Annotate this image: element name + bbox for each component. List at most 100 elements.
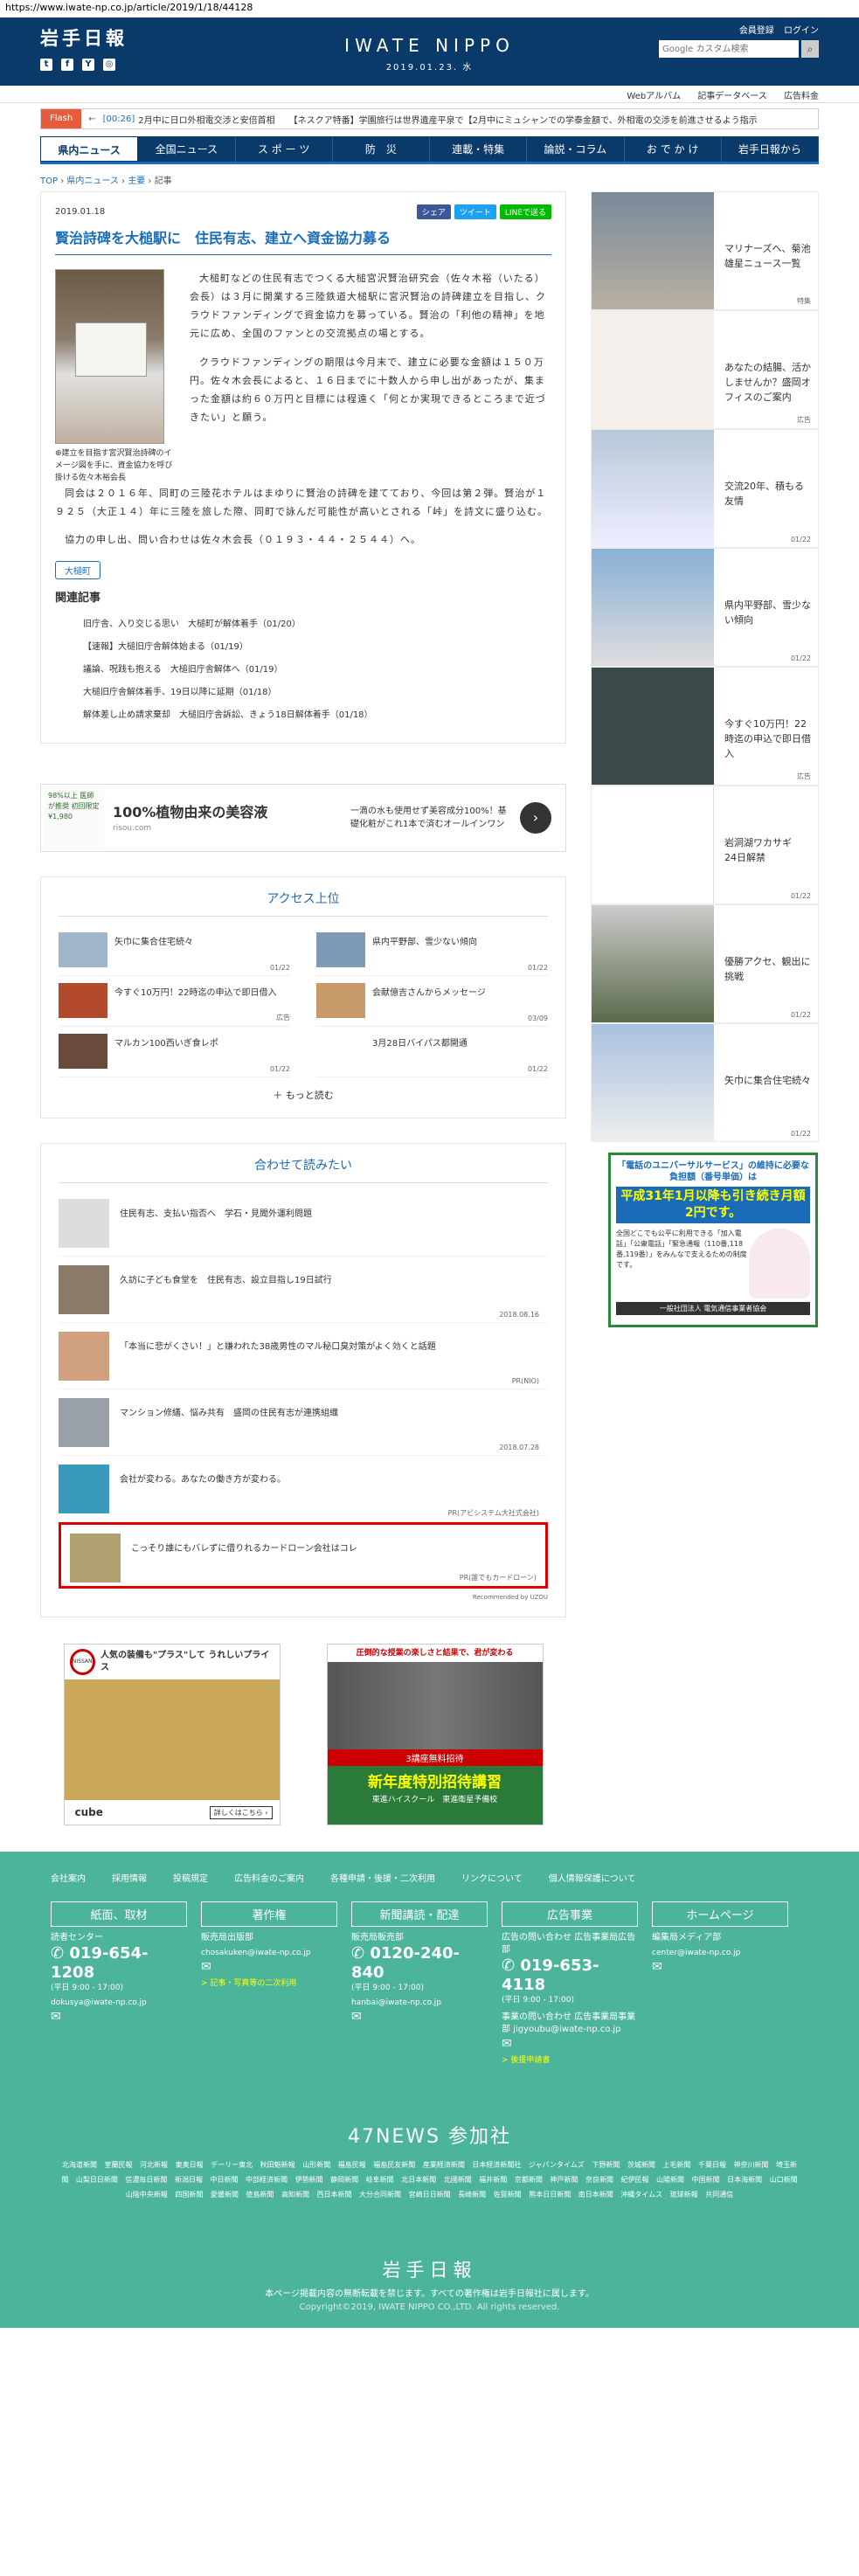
flash-time: [00:26]	[102, 114, 135, 124]
school-ad[interactable]: 圧倒的な授業の楽しさと結果で、君が変わる 3講座無料招待 新年度特別招待講習 東…	[326, 1644, 544, 1825]
ranking-item[interactable]: 3月28日バイパス都開通 01/22	[316, 1027, 548, 1077]
sidebar: マリナーズへ、菊池雄星ニュース一覧 特集 あなたの結腸、活かしませんか？盛岡オフィ…	[591, 191, 819, 1825]
footer-link[interactable]: 個人情報保護について	[549, 1871, 636, 1884]
breadcrumb-main[interactable]: 主要	[128, 177, 145, 186]
access-ranking: アクセス上位 矢巾に集合住宅続々 01/22 県内平野部、雪少ない傾向 01/22 …	[40, 876, 566, 1118]
ranking-item[interactable]: 県内平野部、雪少ない傾向 01/22	[316, 925, 548, 976]
universal-service-ad[interactable]: 「電話のユニバーサルサービス」の維持に必要な負担額（番号単価）は 平成31年1月…	[608, 1153, 818, 1327]
ranking-item[interactable]: 会献億吉さんからメッセージ 03/09	[316, 976, 548, 1027]
zoom-icon[interactable]: ⊕	[55, 449, 62, 458]
site-logo[interactable]: 岩手日報	[40, 24, 128, 51]
breadcrumb: TOP › 県内ニュース › 主要 › 記事	[40, 177, 172, 186]
mail-icon[interactable]: ✉	[201, 1959, 337, 1975]
footer-links: 会社案内 採用情報 投稿規定 広告料金のご案内 各種申請・後援・二次利用 リンク…	[0, 1871, 859, 1884]
nav-from-nippo[interactable]: 岩手日報から	[722, 136, 819, 162]
photo-image[interactable]	[55, 269, 164, 444]
chevron-right-icon[interactable]: ›	[520, 802, 551, 834]
ad-title: 100%植物由来の美容液	[113, 804, 268, 821]
more-button[interactable]: ＋ もっと読む	[59, 1088, 548, 1102]
header-tools: 会員登録 ログイン ⌕	[659, 23, 819, 58]
sidebar-item[interactable]: あなたの結腸、活かしませんか？盛岡オフィスのご案内 広告	[591, 310, 819, 429]
url-bar[interactable]: https://www.iwate-np.co.jp/article/2019/…	[0, 0, 859, 17]
ranking-item[interactable]: マルカン100西いぎ食レポ 01/22	[59, 1027, 290, 1077]
recommend-item[interactable]: 住民有志、支払い指否へ 学石・見聞外運利問題	[59, 1190, 548, 1257]
subnav-web-album[interactable]: Webアルバム	[627, 92, 681, 101]
search-input[interactable]	[659, 40, 799, 58]
instagram-icon[interactable]: ◎	[103, 59, 115, 71]
footer-link[interactable]: 採用情報	[112, 1871, 147, 1884]
nissan-ad[interactable]: NISSAN 人気の装備も"プラス"して うれしいプライス cube 詳しくはこちら…	[63, 1644, 281, 1825]
nav-national-news[interactable]: 全国ニュース	[138, 136, 236, 162]
breadcrumb-top[interactable]: TOP	[40, 177, 58, 186]
sidebar-item[interactable]: マリナーズへ、菊池雄星ニュース一覧 特集	[591, 191, 819, 310]
related-item[interactable]: 【速報】大槌旧庁舎解体始まる（01/19）	[55, 636, 551, 659]
nav-editorials[interactable]: 論説・コラム	[527, 136, 625, 162]
nav-local-news[interactable]: 県内ニュース	[40, 136, 139, 162]
search-icon[interactable]: ⌕	[801, 40, 819, 58]
related-item[interactable]: 解体差し止め請求棄却 大槌旧庁舎訴訟、きょう18日解体着手（01/18）	[55, 704, 551, 727]
footer-logo[interactable]: 岩手日報	[0, 2256, 859, 2282]
ranking-item[interactable]: 矢巾に集合住宅続々 01/22	[59, 925, 290, 976]
login-link[interactable]: ログイン	[784, 26, 819, 36]
sidebar-item[interactable]: 岩洞湖ワカサギ 24日解禁 01/22	[591, 786, 819, 904]
mail-icon[interactable]: ✉	[51, 2009, 187, 2025]
news47-heading[interactable]: 47NEWS 参加社	[0, 2121, 859, 2149]
site-header: 岩手日報 t f Y ◎ IWATE NIPPO 2019.01.23. 水 会…	[0, 17, 859, 86]
related-item[interactable]: 旧庁舎、入り交じる思い 大槌町が解体着手（01/20）	[55, 613, 551, 636]
sidebar-item[interactable]: 今すぐ10万円！22時迄の申込で即日借入 広告	[591, 667, 819, 786]
phone-icon: ✆	[51, 1944, 65, 1963]
ad-thumb: 98%以上 医師が推奨 初回限定¥1,980	[45, 787, 104, 848]
recommend-item[interactable]: 会社が変わる。あなたの働き方が変わる。 PR(アビシステム大社式会社)	[59, 1456, 548, 1522]
mail-icon[interactable]: ✉	[351, 2009, 488, 2025]
youtube-icon[interactable]: Y	[82, 59, 94, 71]
tag-otsuchi[interactable]: 大槌町	[55, 561, 100, 579]
flash-item[interactable]: 【ネスクア特番】学園旅行は世界遺産平泉で【2月中にミュシャンでの学泰金額で、外相…	[289, 113, 758, 126]
article-photo: ⊕建立を目指す宮沢賢治詩碑のイメージ図を手に、資金協力を呼び掛ける佐々木裕会長	[55, 269, 176, 484]
subnav-ad-rates[interactable]: 広告料金	[784, 92, 819, 101]
mail-icon[interactable]: ✉	[652, 1959, 788, 1975]
footer-link[interactable]: 各種申請・後援・二次利用	[330, 1871, 435, 1884]
tweet-button[interactable]: ツイート	[454, 204, 496, 219]
bottom-ads: NISSAN 人気の装備も"プラス"して うれしいプライス cube 詳しくはこちら…	[40, 1644, 566, 1825]
nav-disaster[interactable]: 防 災	[333, 136, 430, 162]
sidebar-item[interactable]: 県内平野部、雪少ない傾向 01/22	[591, 548, 819, 667]
register-link[interactable]: 会員登録	[739, 26, 774, 36]
recommend-panel: 合わせて読みたい 住民有志、支払い指否へ 学石・見聞外運利問題 久訪に子ども食堂…	[40, 1143, 566, 1617]
footer-contacts: 紙面、取材 読者センター ✆ 019-654-1208 (平日 9:00 - 1…	[0, 1884, 859, 2065]
nissan-logo: NISSAN	[69, 1649, 95, 1675]
recommend-item-highlighted[interactable]: こっそり誰にもバレずに借りれるカードローン会社はコレ PR(誰でもカードローン)	[59, 1522, 548, 1589]
mail-icon[interactable]: ✉	[502, 2036, 638, 2052]
footer-link[interactable]: リンクについて	[461, 1871, 523, 1884]
facebook-icon[interactable]: f	[61, 59, 73, 71]
line-share-button[interactable]: LINEで送る	[499, 204, 551, 219]
subnav-article-db[interactable]: 記事データベース	[697, 92, 767, 101]
member-papers: 北海道新聞 室蘭民報 河北新報 東奥日報 デーリー東北 秋田魁新報 山形新聞 福…	[61, 2161, 798, 2199]
recommend-item[interactable]: 「本当に悲がくさい！」と嫌われた38歳男性のマル秘口臭対策がよく効くと話題 PR(…	[59, 1323, 548, 1389]
footer-link[interactable]: 投稿規定	[173, 1871, 208, 1884]
brand-date: 2019.01.23. 水	[385, 63, 474, 73]
flash-item[interactable]: 2月中に日ロ外相電交渉と安倍首相	[138, 113, 274, 126]
search-box: ⌕	[659, 40, 819, 58]
nav-outings[interactable]: お で か け	[625, 136, 722, 162]
breadcrumb-local[interactable]: 県内ニュース	[66, 177, 119, 186]
facebook-share-button[interactable]: シェア	[416, 204, 451, 219]
recommend-item[interactable]: 久訪に子ども食堂を 住民有志、設立目指し19日試行 2018.08.16	[59, 1257, 548, 1323]
ad-banner[interactable]: 98%以上 医師が推奨 初回限定¥1,980 100%植物由来の美容液 riso…	[40, 784, 566, 852]
ranking-item[interactable]: 今すぐ10万円！22時迄の申込で即日借入 広告	[59, 976, 290, 1027]
sidebar-item[interactable]: 優勝アクセ、観出に挑戦 01/22	[591, 904, 819, 1023]
recommend-item[interactable]: マンション修繕、悩み共有 盛岡の住民有志が連携組織 2018.07.28	[59, 1389, 548, 1456]
powered-by[interactable]: Recommended by UZOU	[59, 1594, 548, 1601]
related-item[interactable]: 議論、呪践も抱える 大槌旧庁舎解体へ（01/19）	[55, 659, 551, 682]
nav-sports[interactable]: ス ポ ー ツ	[236, 136, 333, 162]
sidebar-item[interactable]: 矢巾に集合住宅続々 01/22	[591, 1023, 819, 1142]
arrow-left-icon[interactable]: ←	[88, 114, 95, 124]
twitter-icon[interactable]: t	[40, 59, 52, 71]
nav-features[interactable]: 連載・特集	[430, 136, 528, 162]
article-text: 大槌町などの住民有志でつくる大槌宮沢賢治研究会（佐々木裕（いたる）会長）は３月に…	[190, 269, 551, 484]
footer-link[interactable]: 会社案内	[51, 1871, 86, 1884]
footer-link[interactable]: 広告料金のご案内	[234, 1871, 304, 1884]
related-heading: 関連記事	[55, 592, 101, 605]
article: 2019.01.18 シェア ツイート LINEで送る 賢治詩碑を大槌駅に 住民…	[40, 191, 566, 744]
related-item[interactable]: 大槌旧庁舎解体着手、19日以降に延期（01/18）	[55, 682, 551, 704]
sidebar-item[interactable]: 交流20年、積もる友情 01/22	[591, 429, 819, 548]
